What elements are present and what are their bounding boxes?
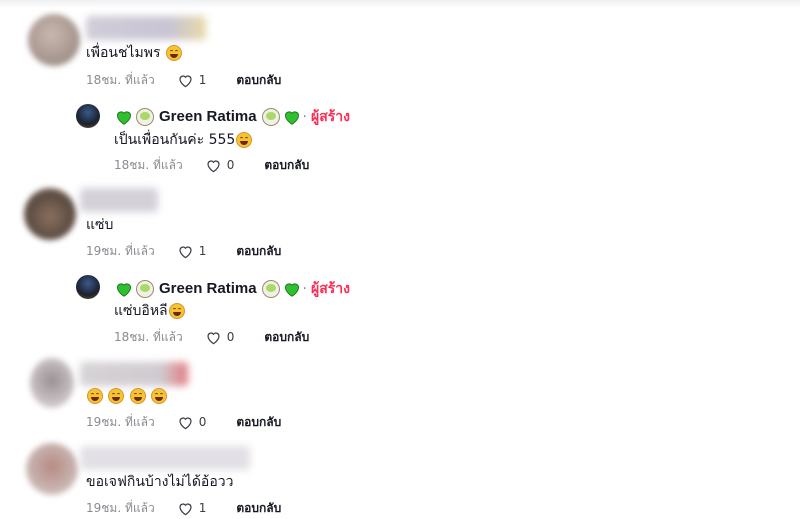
comment-text: ขอเจฟกินบ้างไม่ได้อ้อวว (86, 474, 234, 490)
like-button[interactable]: 0 (205, 329, 235, 345)
avatar[interactable] (26, 443, 78, 495)
timestamp: 18ชม. ที่แล้ว (114, 330, 183, 344)
laughing-emoji-icon (129, 388, 146, 404)
avatar[interactable] (30, 358, 74, 408)
comment-text: เพื่อนชไมพร (86, 44, 182, 62)
heart-outline-icon (207, 331, 220, 344)
username-blurred[interactable] (86, 16, 206, 40)
bowl-icon (261, 280, 280, 298)
like-count: 1 (198, 244, 207, 258)
like-count: 0 (226, 158, 235, 172)
top-divider (0, 0, 800, 8)
like-button[interactable]: 1 (177, 243, 207, 259)
creator-name-line: Green Ratima · ผู้สร้าง (115, 279, 350, 299)
timestamp: 19ชม. ที่แล้ว (86, 244, 155, 258)
green-heart-icon (284, 111, 299, 125)
heart-outline-icon (179, 416, 192, 429)
like-count: 0 (226, 330, 235, 344)
username-blurred[interactable] (80, 362, 188, 386)
comment-meta: 19ชม. ที่แล้ว 0 ตอบกลับ (86, 414, 281, 430)
comment-text: แซ่บ (86, 217, 114, 233)
username-blurred[interactable] (80, 446, 250, 470)
like-count: 0 (198, 415, 207, 429)
reply-button[interactable]: ตอบกลับ (236, 243, 281, 259)
comment-meta: 19ชม. ที่แล้ว 1 ตอบกลับ (86, 243, 281, 259)
like-count: 1 (198, 73, 207, 87)
separator-dot: · (302, 109, 307, 125)
like-count: 1 (198, 501, 207, 515)
comment-meta: 19ชม. ที่แล้ว 1 ตอบกลับ (86, 500, 281, 516)
creator-avatar[interactable] (76, 275, 100, 299)
bowl-icon (261, 108, 280, 126)
creator-name-line: Green Ratima · ผู้สร้าง (115, 107, 350, 127)
green-heart-icon (117, 111, 131, 125)
green-heart-icon (117, 283, 131, 297)
heart-outline-icon (179, 74, 192, 87)
like-button[interactable]: 1 (177, 500, 207, 516)
laughing-emoji-icon (87, 388, 103, 404)
like-button[interactable]: 1 (177, 72, 207, 88)
avatar[interactable] (28, 14, 80, 66)
laughing-emoji-icon (151, 388, 168, 404)
comment-meta: 18ชม. ที่แล้ว 0 ตอบกลับ (114, 157, 309, 173)
avatar[interactable] (24, 188, 76, 240)
reply-button[interactable]: ตอบกลับ (264, 329, 309, 345)
green-heart-icon (284, 283, 299, 297)
laughing-emoji-icon (168, 303, 185, 319)
heart-outline-icon (179, 245, 192, 258)
comment-text (86, 387, 168, 405)
creator-tag: ผู้สร้าง (311, 281, 350, 297)
reply-button[interactable]: ตอบกลับ (236, 500, 281, 516)
timestamp: 19ชม. ที่แล้ว (86, 501, 155, 515)
bowl-icon (136, 108, 154, 126)
comment-meta: 18ชม. ที่แล้ว 1 ตอบกลับ (86, 72, 281, 88)
creator-tag: ผู้สร้าง (311, 109, 350, 125)
laughing-emoji-icon (108, 388, 125, 404)
reply-button[interactable]: ตอบกลับ (264, 157, 309, 173)
reply-button[interactable]: ตอบกลับ (236, 72, 281, 88)
creator-name[interactable]: Green Ratima (159, 107, 257, 127)
comment-text: เป็นเพื่อนกันค่ะ 555 (114, 131, 253, 149)
timestamp: 19ชม. ที่แล้ว (86, 415, 155, 429)
heart-outline-icon (179, 502, 192, 515)
comment-meta: 18ชม. ที่แล้ว 0 ตอบกลับ (114, 329, 309, 345)
timestamp: 18ชม. ที่แล้ว (114, 158, 183, 172)
bowl-icon (136, 280, 154, 298)
laughing-emoji-icon (165, 45, 182, 61)
separator-dot: · (302, 281, 307, 297)
reply-button[interactable]: ตอบกลับ (236, 414, 281, 430)
timestamp: 18ชม. ที่แล้ว (86, 73, 155, 87)
like-button[interactable]: 0 (205, 157, 235, 173)
creator-avatar[interactable] (76, 104, 100, 128)
like-button[interactable]: 0 (177, 414, 207, 430)
username-blurred[interactable] (80, 188, 158, 212)
creator-name[interactable]: Green Ratima (159, 279, 257, 299)
heart-outline-icon (207, 159, 220, 172)
laughing-emoji-icon (236, 132, 253, 148)
comment-text: แซ่บอิหลี (114, 302, 185, 320)
